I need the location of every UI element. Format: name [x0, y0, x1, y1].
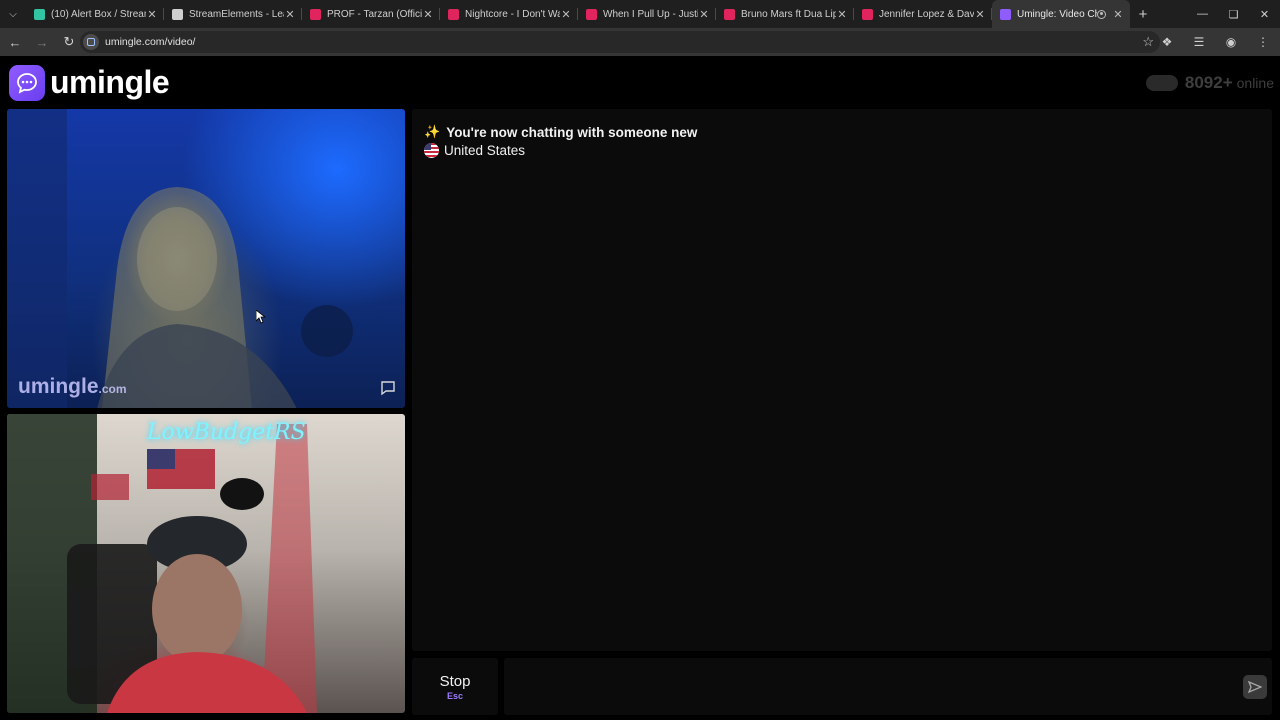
- logo-text: umingle: [50, 64, 170, 100]
- message-box: [504, 658, 1272, 715]
- media-control-icon[interactable]: ☰: [1188, 31, 1210, 53]
- new-tab-button[interactable]: +: [1130, 6, 1156, 23]
- chat-status-message: ✨ You're now chatting with someone new: [424, 124, 697, 140]
- tab-close-icon[interactable]: ✕: [284, 8, 296, 21]
- online-indicator: 8092+ online: [1145, 73, 1274, 93]
- browser-tab[interactable]: Bruno Mars ft Dua Lipa -✕: [716, 0, 854, 28]
- status-text: You're now chatting with someone new: [446, 124, 698, 140]
- extensions-icon[interactable]: ❖: [1156, 31, 1178, 53]
- browser-tab[interactable]: When I Pull Up - Justin Ch✕: [578, 0, 716, 28]
- online-label: online: [1236, 75, 1274, 91]
- self-video-scene: [7, 414, 317, 713]
- stranger-video-scene: [7, 109, 353, 408]
- report-flag-icon[interactable]: [380, 380, 396, 396]
- browser-toolbar: ← → ↻ umingle.com/video/ ☆ ❖ ☰ ◉ ⋮: [0, 28, 1280, 56]
- tab-title: PROF - Tarzan (Official Mu: [327, 8, 422, 20]
- tab-favicon-icon: [862, 8, 873, 20]
- mouse-cursor-icon: [255, 309, 267, 324]
- tab-close-icon[interactable]: ✕: [836, 8, 848, 21]
- browser-tab[interactable]: Umingle: Video Chat ✕: [992, 0, 1130, 28]
- tab-close-icon[interactable]: ✕: [560, 8, 572, 21]
- tab-title: When I Pull Up - Justin Ch: [603, 8, 698, 20]
- browser-tab[interactable]: (10) Alert Box / Streamlab✕: [26, 0, 164, 28]
- tab-favicon-icon: [586, 8, 597, 20]
- tab-title: Jennifer Lopez & David G: [879, 8, 974, 20]
- tab-search-icon[interactable]: ⌵: [0, 0, 26, 28]
- tab-close-icon[interactable]: ✕: [974, 8, 986, 21]
- stranger-country: United States: [424, 143, 525, 158]
- browser-tab[interactable]: Jennifer Lopez & David G✕: [854, 0, 992, 28]
- stop-button[interactable]: Stop Esc: [412, 658, 498, 715]
- chat-bubble-logo-icon: [9, 64, 45, 101]
- tab-favicon-icon: [34, 8, 45, 20]
- reload-icon[interactable]: ↻: [57, 30, 81, 54]
- site-info-icon[interactable]: [83, 34, 99, 50]
- tab-favicon-icon: [1000, 8, 1011, 20]
- browser-tab[interactable]: Nightcore - I Don't Wann✕: [440, 0, 578, 28]
- url-text[interactable]: umingle.com/video/: [105, 36, 195, 48]
- address-bar[interactable]: umingle.com/video/ ☆: [80, 31, 1160, 53]
- self-video: LowBudgetRS: [7, 414, 405, 713]
- tab-favicon-icon: [310, 8, 321, 20]
- watermark-main: umingle: [18, 375, 99, 398]
- neon-sign-text: LowBudgetRS: [147, 420, 306, 445]
- tab-title: Nightcore - I Don't Wann: [465, 8, 560, 20]
- message-input[interactable]: [504, 658, 1224, 715]
- tab-title: StreamElements - Leaderb: [189, 8, 284, 20]
- tab-favicon-icon: [448, 8, 459, 20]
- site-logo[interactable]: umingle: [9, 64, 170, 101]
- tab-close-icon[interactable]: ✕: [1112, 8, 1124, 21]
- tab-close-icon[interactable]: ✕: [698, 8, 710, 21]
- browser-tab[interactable]: StreamElements - Leaderb✕: [164, 0, 302, 28]
- us-flag-icon: [424, 143, 439, 158]
- toolbar-icons: ❖ ☰ ◉ ⋮: [1156, 31, 1274, 53]
- browser-tab[interactable]: PROF - Tarzan (Official Mu✕: [302, 0, 440, 28]
- tab-title: (10) Alert Box / Streamlab: [51, 8, 146, 20]
- tab-favicon-icon: [724, 8, 735, 20]
- minimize-icon[interactable]: —: [1187, 0, 1218, 28]
- window-controls: — ❏ ✕: [1187, 0, 1280, 28]
- sparkles-icon: ✨: [424, 124, 441, 139]
- back-icon[interactable]: ←: [3, 30, 27, 54]
- umingle-page: umingle 8092+ online umingle.com LowBudg…: [0, 56, 1280, 720]
- close-window-icon[interactable]: ✕: [1249, 0, 1280, 28]
- recording-indicator-icon: [1097, 9, 1106, 19]
- menu-kebab-icon[interactable]: ⋮: [1252, 31, 1274, 53]
- tab-title: Umingle: Video Chat: [1017, 8, 1097, 20]
- browser-tab-strip: ⌵ (10) Alert Box / Streamlab✕StreamEleme…: [0, 0, 1280, 28]
- send-icon[interactable]: [1243, 675, 1267, 699]
- online-toggle[interactable]: [1145, 75, 1178, 91]
- watermark-suffix: .com: [98, 382, 127, 396]
- tab-title: Bruno Mars ft Dua Lipa -: [741, 8, 836, 20]
- tab-list: (10) Alert Box / Streamlab✕StreamElement…: [26, 0, 1130, 28]
- online-count: 8092+: [1184, 73, 1233, 92]
- tab-favicon-icon: [172, 8, 183, 20]
- stop-shortcut-key: Esc: [446, 690, 463, 701]
- country-text: United States: [444, 143, 526, 158]
- forward-icon[interactable]: →: [30, 30, 54, 54]
- stop-label: Stop: [439, 672, 471, 690]
- umingle-watermark: umingle.com: [18, 375, 127, 399]
- bookmark-star-icon[interactable]: ☆: [1142, 34, 1154, 50]
- stranger-video: umingle.com: [7, 109, 405, 408]
- chat-panel: ✨ You're now chatting with someone new U…: [412, 109, 1272, 651]
- tab-close-icon[interactable]: ✕: [146, 8, 158, 21]
- profile-icon[interactable]: ◉: [1220, 31, 1242, 53]
- restore-icon[interactable]: ❏: [1218, 0, 1249, 28]
- tab-close-icon[interactable]: ✕: [422, 8, 434, 21]
